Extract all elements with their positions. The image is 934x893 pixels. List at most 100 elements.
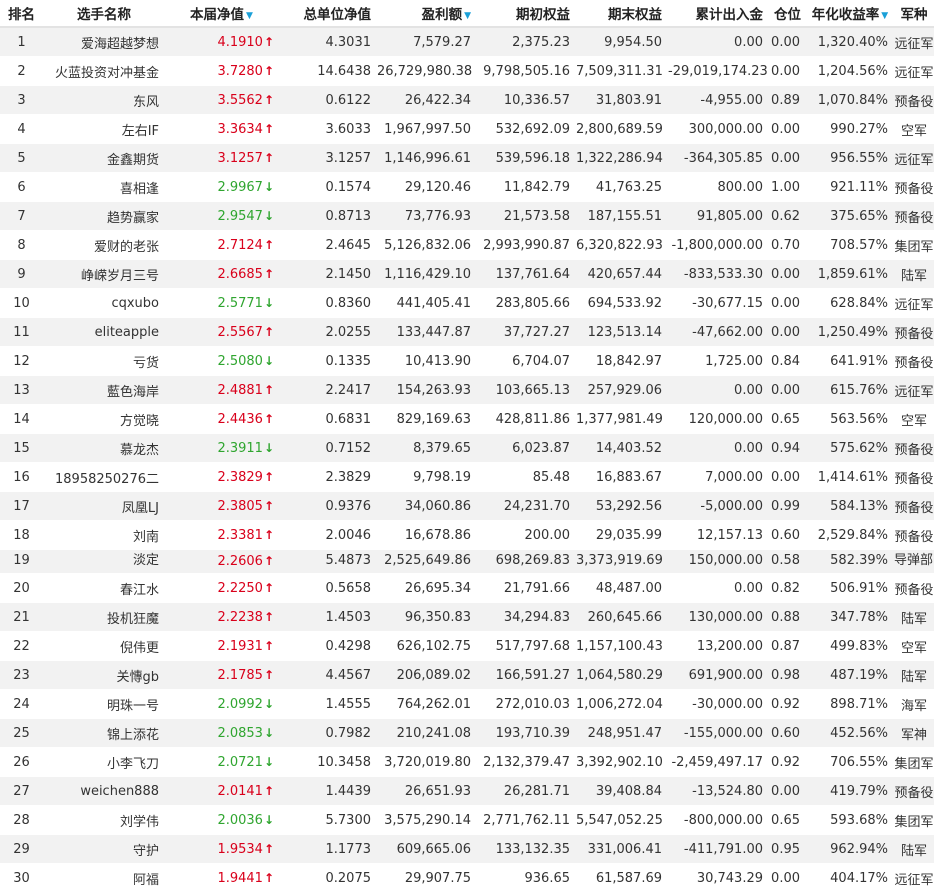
net-flow-cell: 30,743.29	[668, 863, 769, 893]
player-link[interactable]: 藍色海岸	[107, 385, 159, 400]
player-link[interactable]: 锦上添花	[107, 728, 159, 743]
player-link[interactable]: cqxubo	[111, 296, 159, 311]
annual-return-cell: 593.68%	[806, 805, 894, 835]
player-name: 峥嵘岁月三号	[43, 259, 165, 289]
position-cell: 0.00	[769, 317, 806, 347]
player-link[interactable]: 金鑫期货	[107, 153, 159, 168]
arrow-up-icon: ↑	[263, 667, 274, 682]
arrow-up-icon: ↑	[263, 382, 274, 397]
header-annual-return[interactable]: 年化收益率 ▼	[806, 0, 894, 28]
player-link[interactable]: 淡定	[133, 553, 159, 568]
branch-cell: 远征军	[894, 863, 934, 893]
nav-value: 2.3805	[217, 498, 263, 514]
nav-cell: 2.0141↑	[165, 776, 278, 806]
rank-cell: 21	[0, 602, 43, 632]
annual-return-cell: 582.39%	[806, 549, 894, 574]
branch-cell: 预备役	[894, 317, 934, 347]
rank-cell: 9	[0, 259, 43, 289]
player-link[interactable]: 火蓝投资对冲基金	[55, 66, 159, 81]
branch-cell: 海军	[894, 689, 934, 719]
total-nav-cell: 5.7300	[278, 805, 377, 835]
player-name: 守护	[43, 834, 165, 864]
player-name: 淡定	[43, 549, 165, 574]
end-equity-cell: 3,392,902.10	[576, 747, 668, 777]
profit-cell: 1,146,996.61	[377, 143, 477, 173]
player-link[interactable]: weichen888	[80, 784, 159, 799]
header-nav[interactable]: 本届净值 ▼	[165, 0, 278, 28]
net-flow-cell: -833,533.30	[668, 259, 769, 289]
player-link[interactable]: 方觉晓	[120, 414, 159, 429]
player-link[interactable]: 喜相逢	[120, 182, 159, 197]
arrow-up-icon: ↑	[263, 580, 274, 595]
arrow-down-icon: ↓	[263, 754, 274, 769]
nav-value: 2.5771	[217, 295, 263, 311]
table-row: 18 刘南 2.3381↑ 2.0046 16,678.86 200.00 29,035.9…	[0, 520, 934, 550]
player-link[interactable]: 倪伟更	[120, 641, 159, 656]
nav-value: 2.5080	[217, 353, 263, 369]
nav-cell: 1.9441↑	[165, 863, 278, 893]
nav-cell: 3.5562↑	[165, 85, 278, 115]
total-nav-cell: 2.1450	[278, 259, 377, 289]
player-link[interactable]: 春江水	[120, 583, 159, 598]
branch-cell: 预备役	[894, 462, 934, 492]
table-row: 5 金鑫期货 3.1257↑ 3.1257 1,146,996.61 539,596.18…	[0, 143, 934, 173]
header-row: 排名 选手名称 本届净值 ▼ 总单位净值 盈利额 ▼ 期初权益 期末权益 累计出入金…	[0, 0, 934, 28]
profit-cell: 96,350.83	[377, 602, 477, 632]
player-link[interactable]: 凤凰LJ	[122, 501, 159, 516]
annual-return-cell: 404.17%	[806, 863, 894, 893]
nav-value: 2.0992	[217, 696, 263, 712]
player-link[interactable]: 趋势赢家	[107, 211, 159, 226]
position-cell: 0.95	[769, 834, 806, 864]
start-equity-cell: 85.48	[477, 462, 576, 492]
player-link[interactable]: 阿福	[133, 873, 159, 888]
total-nav-cell: 2.0046	[278, 520, 377, 550]
profit-cell: 133,447.87	[377, 317, 477, 347]
annual-return-cell: 487.19%	[806, 660, 894, 690]
end-equity-cell: 41,763.25	[576, 172, 668, 202]
player-link[interactable]: 峥嵘岁月三号	[81, 269, 159, 284]
nav-cell: 2.3805↑	[165, 491, 278, 521]
player-link[interactable]: 刘南	[133, 530, 159, 545]
branch-cell: 远征军	[894, 375, 934, 405]
player-link[interactable]: 守护	[133, 844, 159, 859]
total-nav-cell: 0.6122	[278, 85, 377, 115]
profit-cell: 206,089.02	[377, 660, 477, 690]
arrow-up-icon: ↑	[263, 498, 274, 513]
player-link[interactable]: 18958250276二	[55, 472, 159, 487]
rank-cell: 12	[0, 346, 43, 376]
total-nav-cell: 2.2417	[278, 375, 377, 405]
rank-cell: 7	[0, 201, 43, 231]
sort-down-icon: ▼	[881, 11, 889, 21]
nav-value: 2.6685	[217, 266, 263, 282]
net-flow-cell: 300,000.00	[668, 114, 769, 144]
rank-cell: 27	[0, 776, 43, 806]
arrow-up-icon: ↑	[263, 63, 274, 78]
total-nav-cell: 0.6831	[278, 404, 377, 434]
nav-value: 2.9967	[217, 179, 263, 195]
player-link[interactable]: 亏货	[133, 356, 159, 371]
total-nav-cell: 4.3031	[278, 27, 377, 57]
player-link[interactable]: 刘学伟	[120, 815, 159, 830]
position-cell: 0.58	[769, 549, 806, 574]
net-flow-cell: -4,955.00	[668, 85, 769, 115]
player-link[interactable]: eliteapple	[95, 325, 159, 340]
player-link[interactable]: 慕龙杰	[120, 443, 159, 458]
header-net-flow: 累计出入金	[668, 0, 769, 28]
player-link[interactable]: 投机狂魔	[107, 612, 159, 627]
player-link[interactable]: 关慱gb	[116, 670, 159, 685]
total-nav-cell: 2.3829	[278, 462, 377, 492]
player-link[interactable]: 爱海超越梦想	[81, 37, 159, 52]
player-link[interactable]: 明珠一号	[107, 699, 159, 714]
position-cell: 0.00	[769, 462, 806, 492]
annual-return-cell: 419.79%	[806, 776, 894, 806]
header-profit[interactable]: 盈利额 ▼	[377, 0, 477, 28]
player-name: 倪伟更	[43, 631, 165, 661]
player-link[interactable]: 爱财的老张	[94, 240, 159, 255]
player-link[interactable]: 东风	[133, 95, 159, 110]
player-link[interactable]: 小李飞刀	[107, 757, 159, 772]
arrow-up-icon: ↑	[263, 609, 274, 624]
position-cell: 0.62	[769, 201, 806, 231]
rank-cell: 2	[0, 56, 43, 86]
player-link[interactable]: 左右IF	[122, 124, 159, 139]
nav-cell: 2.2238↑	[165, 602, 278, 632]
